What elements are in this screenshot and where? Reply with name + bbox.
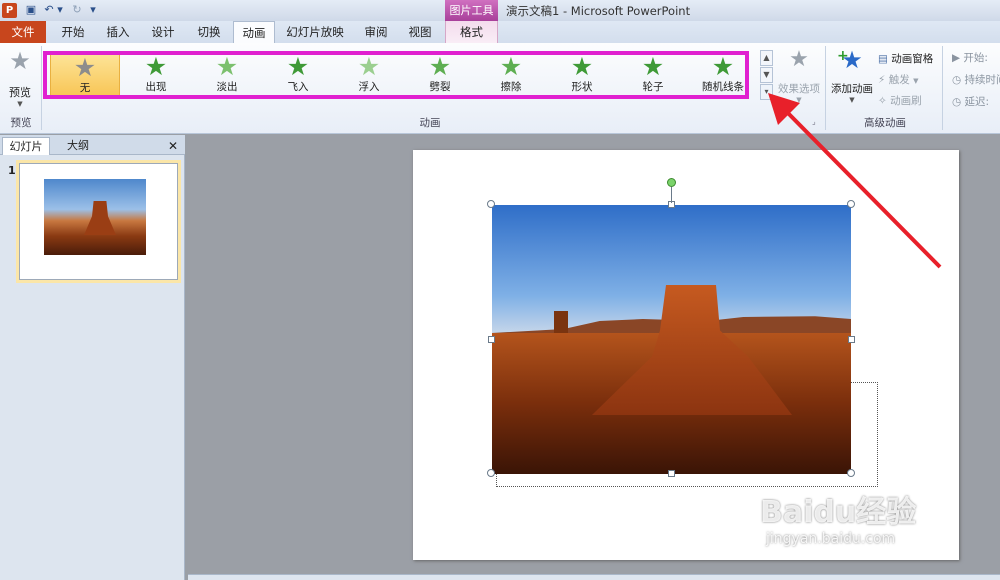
- preview-label: 预览: [9, 86, 31, 99]
- add-animation-star-icon: ★ +: [829, 47, 875, 73]
- watermark-brand: Baidu经验: [760, 495, 917, 530]
- thumbnail-picture: [44, 179, 146, 255]
- preview-star-icon: ★: [9, 47, 31, 75]
- rotation-handle[interactable]: [667, 178, 676, 187]
- timing-start[interactable]: ▶ 开始:: [952, 50, 988, 65]
- ribbon-tab-bar: 文件 开始 插入 设计 切换 动画 幻灯片放映 审阅 视图 格式: [0, 21, 1000, 43]
- animation-gallery-highlight-box: [43, 51, 749, 99]
- status-bar-edge: [188, 574, 1000, 580]
- slide-number: 1: [8, 164, 16, 177]
- resize-handle-w[interactable]: [488, 336, 495, 343]
- resize-handle-s[interactable]: [668, 470, 675, 477]
- play-icon: ▶: [952, 52, 961, 64]
- tab-transitions[interactable]: 切换: [188, 21, 230, 43]
- red-arrow-annotation: [768, 93, 942, 269]
- undo-icon[interactable]: ↶: [42, 3, 56, 17]
- slides-panel: 幻灯片 大纲 ✕ 1: [0, 135, 185, 580]
- watermark-url: jingyan.baidu.com: [766, 531, 896, 547]
- title-bar: P ▣ ↶ ▾ ↻ ▾ 图片工具 演示文稿1 - Microsoft Power…: [0, 0, 1000, 21]
- close-icon[interactable]: ✕: [164, 137, 182, 155]
- tab-slides[interactable]: 幻灯片: [2, 137, 50, 155]
- start-label: 开始:: [963, 52, 988, 64]
- animation-pane-icon: ▤: [878, 53, 888, 65]
- preview-button[interactable]: ★ 预览 ▼: [3, 48, 37, 110]
- tab-outline[interactable]: 大纲: [54, 137, 102, 155]
- effect-star-icon: ★: [789, 47, 809, 72]
- gallery-scroll-down-button[interactable]: ▼: [760, 67, 773, 83]
- preview-group-label: 预览: [10, 117, 32, 129]
- customize-dropdown-icon[interactable]: ▾: [88, 3, 98, 17]
- picture-tools-context-title: 图片工具: [445, 0, 498, 21]
- delay-label: 延迟:: [964, 96, 990, 108]
- timing-duration[interactable]: ◷ 持续时间: [952, 72, 1000, 87]
- duration-label: 持续时间: [964, 74, 1000, 86]
- clock-icon: ◷: [952, 74, 962, 86]
- powerpoint-logo-icon[interactable]: P: [2, 3, 17, 18]
- small-spire: [554, 311, 568, 333]
- save-icon[interactable]: ▣: [24, 3, 38, 17]
- redo-icon[interactable]: ↻: [70, 3, 84, 17]
- resize-handle-sw[interactable]: [487, 469, 495, 477]
- slide-thumbnail[interactable]: [19, 163, 178, 280]
- resize-handle-se[interactable]: [847, 469, 855, 477]
- resize-handle-nw[interactable]: [487, 200, 495, 208]
- clock-icon: ◷: [952, 96, 962, 108]
- plus-icon: +: [837, 48, 849, 64]
- tab-file[interactable]: 文件: [0, 21, 46, 43]
- baidu-jingyan-watermark: Baidu经验 jingyan.baidu.com: [760, 495, 980, 565]
- resize-handle-e[interactable]: [848, 336, 855, 343]
- chevron-down-icon: ▼: [913, 77, 919, 85]
- timing-delay[interactable]: ◷ 延迟:: [952, 94, 989, 109]
- tab-view[interactable]: 视图: [400, 21, 440, 43]
- window-title: 演示文稿1 - Microsoft PowerPoint: [506, 4, 691, 18]
- group-divider: [41, 46, 42, 130]
- undo-dropdown-icon[interactable]: ▾: [56, 3, 64, 17]
- animation-pane-button[interactable]: ▤ 动画窗格: [878, 51, 933, 66]
- tab-insert[interactable]: 插入: [98, 21, 138, 43]
- tab-review[interactable]: 审阅: [356, 21, 396, 43]
- panel-tabs: 幻灯片 大纲 ✕: [0, 135, 185, 155]
- butte-shape: [84, 201, 116, 235]
- rotation-handle-stem: [671, 187, 672, 203]
- tab-home[interactable]: 开始: [52, 21, 94, 43]
- animation-group-label: 动画: [419, 117, 441, 129]
- arrow-shaft: [780, 105, 942, 269]
- tab-format[interactable]: 格式: [445, 21, 498, 43]
- chevron-down-icon: ▼: [17, 100, 23, 108]
- gallery-scroll-up-button[interactable]: ▲: [760, 50, 773, 66]
- animation-pane-label: 动画窗格: [891, 53, 934, 65]
- tab-design[interactable]: 设计: [142, 21, 184, 43]
- tab-slideshow[interactable]: 幻灯片放映: [280, 21, 350, 43]
- tab-animations[interactable]: 动画: [233, 21, 275, 43]
